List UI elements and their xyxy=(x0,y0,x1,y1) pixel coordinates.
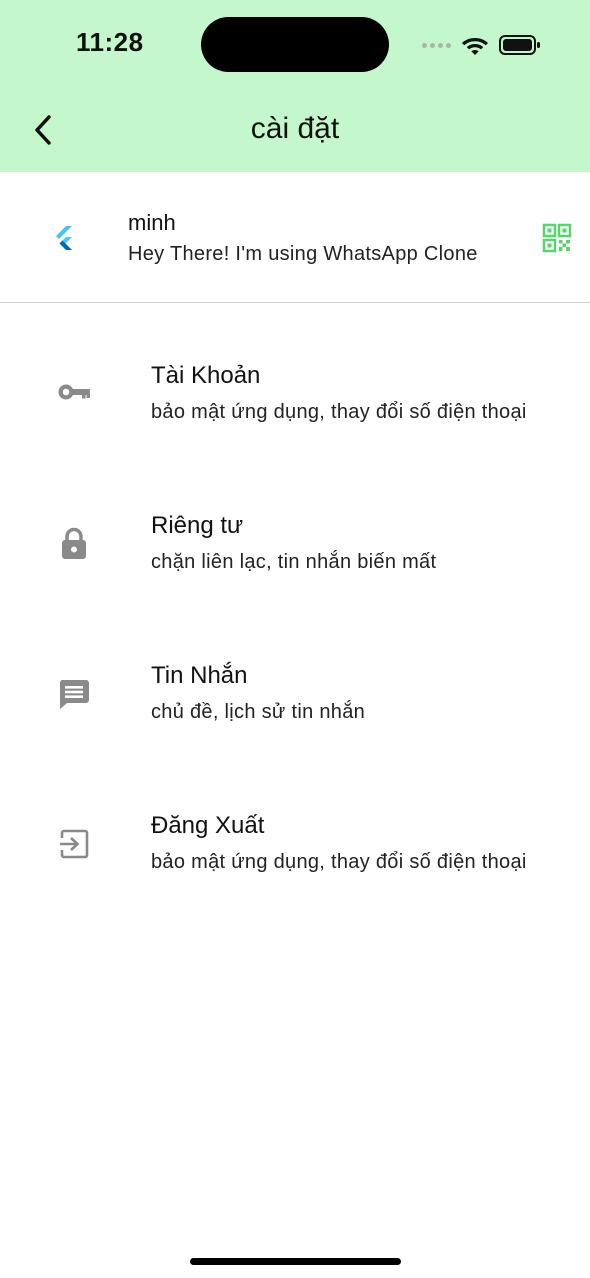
flutter-logo-icon xyxy=(56,226,72,250)
settings-item-messages[interactable]: Tin Nhắn chủ đề, lịch sử tin nhắn xyxy=(0,662,590,782)
app-header: 11:28 cài đặt xyxy=(0,0,590,172)
settings-item-logout[interactable]: Đăng Xuất bảo mật ứng dụng, thay đổi số … xyxy=(0,812,590,932)
settings-item-subtitle: chặn liên lạc, tin nhắn biến mất xyxy=(151,551,437,573)
qr-code-icon[interactable] xyxy=(542,223,572,253)
profile-card[interactable]: minh Hey There! I'm using WhatsApp Clone xyxy=(0,172,590,303)
settings-item-title: Đăng Xuất xyxy=(151,812,265,839)
settings-item-title: Tin Nhắn xyxy=(151,662,248,689)
battery-icon xyxy=(499,35,540,55)
settings-item-subtitle: chủ đề, lịch sử tin nhắn xyxy=(151,701,366,723)
key-icon xyxy=(56,374,92,410)
cellular-signal-icon xyxy=(422,42,451,48)
dynamic-island xyxy=(201,17,389,72)
status-time: 11:28 xyxy=(76,27,144,57)
message-icon xyxy=(56,676,92,712)
status-icons xyxy=(422,30,541,60)
settings-item-subtitle: bảo mật ứng dụng, thay đổi số điện thoại xyxy=(151,851,527,873)
settings-item-account[interactable]: Tài Khoản bảo mật ứng dụng, thay đổi số … xyxy=(0,362,590,482)
page-title: cài đặt xyxy=(250,112,340,145)
settings-item-title: Riêng tư xyxy=(151,512,244,539)
settings-item-title: Tài Khoản xyxy=(151,362,261,389)
profile-name: minh xyxy=(128,210,176,235)
profile-status: Hey There! I'm using WhatsApp Clone xyxy=(128,243,478,265)
settings-item-subtitle: bảo mật ứng dụng, thay đổi số điện thoại xyxy=(151,401,527,423)
lock-icon xyxy=(56,526,92,562)
settings-item-privacy[interactable]: Riêng tư chặn liên lạc, tin nhắn biến mấ… xyxy=(0,512,590,632)
settings-screen: 11:28 cài đặt minh Hey There! I'm using … xyxy=(0,0,590,1278)
logout-icon xyxy=(56,826,92,862)
home-indicator xyxy=(190,1258,401,1265)
wifi-icon xyxy=(462,38,488,55)
